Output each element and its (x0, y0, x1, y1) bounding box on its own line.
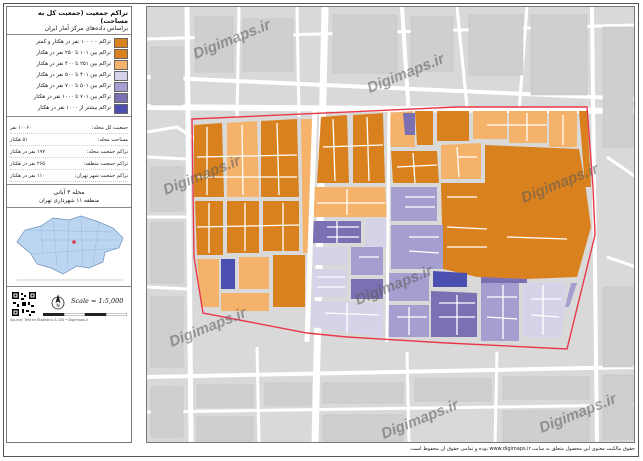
location-marker (72, 240, 76, 244)
statistics: ۱۰۰۶۰ نفر جمعیت کل محله: ۵۱ هکتار مساحت مح… (7, 117, 131, 185)
stat-row: ۱۰۰۶۰ نفر جمعیت کل محله: (10, 122, 128, 134)
block-density-400-500 (523, 283, 567, 337)
legend-item: تراکم بین ۷۰۱ تا ۱۰۰۰ نفر در هکتار (10, 92, 128, 103)
map-subtitle: براساس داده‌های مرکز آمار ایران (44, 25, 128, 32)
stat-row: ۵۱ هکتار مساحت محله: (10, 134, 128, 146)
legend-label: تراکم بین ۴۰۱ تا ۵۰۰ نفر در هکتار (36, 72, 112, 78)
legend-item: تراکم بین ۵۰۱ تا ۷۰۰ نفر در هکتار (10, 81, 128, 92)
block-density-400-500 (365, 219, 387, 247)
locator-map-graphic (16, 215, 124, 281)
stat-value: ۵۱ هکتار (10, 136, 28, 143)
block-density-500-700 (565, 283, 577, 307)
district-region: منطقه ۱۱ شهرداری تهران (39, 198, 99, 204)
map-title: تراکم جمعیت (جمعیت کل به مساحت) (37, 9, 128, 25)
stat-label: تراکم جمعیت محله: (86, 148, 128, 155)
north-arrow-icon: N (51, 294, 65, 310)
legend-swatch (114, 92, 128, 103)
secondary-road (385, 106, 391, 343)
stat-value: ۱۱۰ نفر در هکتار (10, 172, 45, 179)
block-density-400-500 (313, 247, 347, 265)
legend-label: تراکم بین ۵۰۱ تا ۷۰۰ نفر در هکتار (36, 83, 112, 89)
block-density-100 (194, 123, 224, 197)
scale-label: Scale = 1:5,000 (71, 297, 124, 305)
block-density-250-400 (313, 187, 387, 217)
legend-label: تراکم بین ۷۰۱ تا ۱۰۰۰ نفر در هکتار (33, 94, 111, 100)
legend-swatch (114, 70, 128, 81)
block-density-700-1000 (403, 113, 415, 135)
legend-swatch (114, 81, 128, 92)
block-density-250-400 (221, 293, 269, 311)
legend-item: تراکم ۰ - ۱۰۰ نفر در هکتار و کمتر (10, 37, 128, 48)
stat-value: ۱۹۷ نفر در هکتار (10, 148, 45, 155)
block-density-500-700 (391, 225, 443, 269)
block-density-100 (273, 255, 305, 307)
legend-swatch (114, 59, 128, 70)
district-name: محله ۳ آبانی (53, 189, 85, 196)
block-density-1000 (221, 259, 235, 289)
title-box: تراکم جمعیت (جمعیت کل به مساحت) براساس د… (7, 7, 131, 35)
qr-code-icon (11, 291, 37, 317)
block-density-500-700 (481, 283, 519, 341)
stat-label: مساحت محله: (97, 136, 128, 143)
legend-swatch (114, 103, 128, 114)
legend-item: تراکم بین ۱۰۱ تا ۲۵۰ نفر در هکتار (10, 48, 128, 59)
source-credit: Source: Tehran Statistics & GIS • Digima… (10, 318, 89, 322)
legend-label: تراکم بین ۱۰۱ تا ۲۵۰ نفر در هکتار (36, 50, 112, 56)
legend-item: تراکم بین ۴۰۱ تا ۵۰۰ نفر در هکتار (10, 70, 128, 81)
density-map: Digimaps.ir Digimaps.ir Digimaps.ir Digi… (146, 6, 635, 443)
copyright-footer: حقوق مالکیت معنوی این محصول متعلق به سای… (409, 446, 635, 452)
stat-value: ۱۰۰۶۰ نفر (10, 124, 32, 131)
svg-text:N: N (56, 303, 59, 309)
block-density-250-400 (239, 257, 269, 289)
map-footer-box: N Scale = 1:5,000 Source: Tehran Statist… (7, 287, 131, 323)
stat-row: ۱۱۰ نفر در هکتار تراکم جمعیت شهر تهران: (10, 170, 128, 182)
stat-value: ۲۶۵ نفر در هکتار (10, 160, 45, 167)
block-density-100 (437, 111, 469, 141)
legend-label: تراکم بین ۲۵۱ تا ۴۰۰ نفر در هکتار (36, 61, 112, 67)
block-density-1000 (433, 271, 467, 287)
stat-row: ۲۶۵ نفر در هکتار تراکم جمعیت منطقه: (10, 158, 128, 170)
legend-swatch (114, 48, 128, 59)
block-density-100 (227, 201, 259, 253)
legend-panel: تراکم جمعیت (جمعیت کل به مساحت) براساس د… (6, 6, 132, 443)
block-density-500-700 (391, 187, 437, 221)
block-density-100 (415, 111, 433, 145)
map-canvas (147, 7, 634, 442)
block-density-700-1000 (431, 291, 477, 337)
block-density-250-400 (441, 143, 481, 179)
block-density-250-400 (509, 111, 547, 143)
stat-label: جمعیت کل محله: (91, 124, 128, 131)
legend-item: تراکم بیشتر از ۱۰۰۰ نفر در هکتار (10, 103, 128, 114)
stat-label: تراکم جمعیت شهر تهران: (74, 172, 128, 179)
district-info: محله ۳ آبانی منطقه ۱۱ شهرداری تهران (7, 185, 131, 208)
locator-map (7, 208, 131, 287)
stat-label: تراکم جمعیت منطقه: (83, 160, 128, 167)
legend-label: تراکم بیشتر از ۱۰۰۰ نفر در هکتار (37, 105, 111, 111)
legend-item: تراکم بین ۲۵۱ تا ۴۰۰ نفر در هکتار (10, 59, 128, 70)
block-density-500-700 (387, 305, 429, 337)
scale-bar (43, 313, 127, 316)
block-density-400-500 (313, 269, 347, 297)
legend-swatch (114, 37, 128, 48)
legend-label: تراکم ۰ - ۱۰۰ نفر در هکتار و کمتر (36, 39, 111, 45)
stat-row: ۱۹۷ نفر در هکتار تراکم جمعیت محله: (10, 146, 128, 158)
legend: تراکم ۰ - ۱۰۰ نفر در هکتار و کمتر تراکم … (7, 35, 131, 117)
block-density-700-1000 (351, 279, 383, 299)
block-density-100 (261, 119, 299, 197)
block-density-500-700 (387, 273, 429, 301)
block-density-500-700 (351, 247, 383, 275)
